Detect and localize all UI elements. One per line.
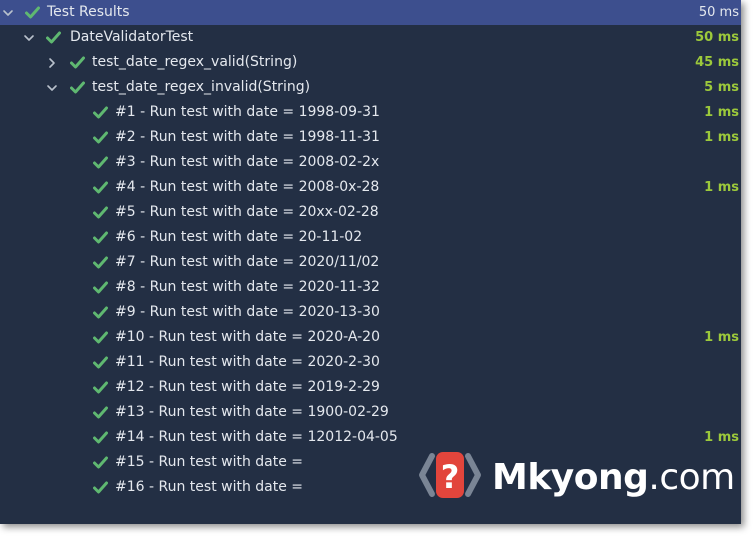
test-passed-check-icon <box>92 125 108 150</box>
test-passed-check-icon <box>69 50 85 75</box>
tree-row[interactable]: test_date_regex_invalid(String) 5 ms <box>0 75 741 100</box>
tree-row[interactable]: #12 - Run test with date = 2019-2-29 <box>0 375 741 400</box>
tree-row[interactable]: #8 - Run test with date = 2020-11-32 <box>0 275 741 300</box>
chevron-right-icon[interactable] <box>45 50 59 75</box>
tree-row[interactable]: #14 - Run test with date = 12012-04-05 1 … <box>0 425 741 450</box>
test-name-label: #1 - Run test with date = 1998-09-31 <box>115 104 380 120</box>
test-name-label: #2 - Run test with date = 1998-11-31 <box>115 129 380 145</box>
test-passed-check-icon <box>92 175 108 200</box>
test-passed-check-icon <box>92 225 108 250</box>
watermark-text: Mkyong.com <box>492 456 735 498</box>
test-passed-check-icon <box>92 450 108 475</box>
test-duration: 1 ms <box>704 330 739 345</box>
test-name-label: test_date_regex_valid(String) <box>92 54 298 70</box>
test-name-label: test_date_regex_invalid(String) <box>92 79 311 95</box>
test-duration: 45 ms <box>695 55 739 70</box>
test-results-panel: Test Results 50 ms DateValidatorTest 50 ms t… <box>0 0 741 524</box>
chevron-down-icon[interactable] <box>1 0 15 25</box>
chevron-down-icon[interactable] <box>22 25 36 50</box>
test-passed-check-icon <box>92 100 108 125</box>
test-passed-check-icon <box>92 150 108 175</box>
tree-row[interactable]: DateValidatorTest 50 ms <box>0 25 741 50</box>
test-name-label: #5 - Run test with date = 20xx-02-28 <box>115 204 379 220</box>
test-name-label: #11 - Run test with date = 2020-2-30 <box>115 354 380 370</box>
tree-row[interactable]: #9 - Run test with date = 2020-13-30 <box>0 300 741 325</box>
tree-row[interactable]: #13 - Run test with date = 1900-02-29 <box>0 400 741 425</box>
tree-row[interactable]: #2 - Run test with date = 1998-11-31 1 ms <box>0 125 741 150</box>
test-passed-check-icon <box>92 325 108 350</box>
test-name-label: DateValidatorTest <box>70 29 194 45</box>
test-passed-check-icon <box>92 275 108 300</box>
test-passed-check-icon <box>45 25 61 50</box>
test-passed-check-icon <box>24 0 40 25</box>
question-mark-logo-icon: ? <box>418 448 482 506</box>
svg-text:?: ? <box>441 458 460 496</box>
test-passed-check-icon <box>69 75 85 100</box>
mkyong-watermark: ? Mkyong.com <box>418 450 735 504</box>
tree-row[interactable]: test_date_regex_valid(String) 45 ms <box>0 50 741 75</box>
test-duration: 1 ms <box>704 130 739 145</box>
tree-row[interactable]: #1 - Run test with date = 1998-09-31 1 ms <box>0 100 741 125</box>
test-name-label: #8 - Run test with date = 2020-11-32 <box>115 279 380 295</box>
tree-row[interactable]: #11 - Run test with date = 2020-2-30 <box>0 350 741 375</box>
test-name-label: #7 - Run test with date = 2020/11/02 <box>115 254 380 270</box>
tree-row[interactable]: #4 - Run test with date = 2008-0x-28 1 ms <box>0 175 741 200</box>
test-passed-check-icon <box>92 250 108 275</box>
test-name-label: #9 - Run test with date = 2020-13-30 <box>115 304 380 320</box>
test-passed-check-icon <box>92 400 108 425</box>
tree-row[interactable]: #7 - Run test with date = 2020/11/02 <box>0 250 741 275</box>
test-passed-check-icon <box>92 350 108 375</box>
test-name-label: #6 - Run test with date = 20-11-02 <box>115 229 363 245</box>
test-passed-check-icon <box>92 475 108 500</box>
test-name-label: #10 - Run test with date = 2020-A-20 <box>115 329 380 345</box>
test-name-label: Test Results <box>47 4 130 20</box>
tree-row[interactable]: #5 - Run test with date = 20xx-02-28 <box>0 200 741 225</box>
test-duration: 5 ms <box>704 80 739 95</box>
chevron-down-icon[interactable] <box>45 75 59 100</box>
test-name-label: #14 - Run test with date = 12012-04-05 <box>115 429 398 445</box>
tree-row[interactable]: #3 - Run test with date = 2008-02-2x <box>0 150 741 175</box>
test-name-label: #16 - Run test with date = <box>115 479 304 495</box>
test-passed-check-icon <box>92 375 108 400</box>
test-name-label: #13 - Run test with date = 1900-02-29 <box>115 404 389 420</box>
test-duration: 50 ms <box>698 5 739 20</box>
test-name-label: #12 - Run test with date = 2019-2-29 <box>115 379 380 395</box>
test-duration: 1 ms <box>704 105 739 120</box>
tree-root-row[interactable]: Test Results 50 ms <box>0 0 741 25</box>
test-duration: 50 ms <box>695 30 739 45</box>
test-passed-check-icon <box>92 200 108 225</box>
test-duration: 1 ms <box>704 430 739 445</box>
test-passed-check-icon <box>92 425 108 450</box>
tree-row[interactable]: #10 - Run test with date = 2020-A-20 1 ms <box>0 325 741 350</box>
tree-row[interactable]: #6 - Run test with date = 20-11-02 <box>0 225 741 250</box>
test-name-label: #4 - Run test with date = 2008-0x-28 <box>115 179 380 195</box>
test-passed-check-icon <box>92 300 108 325</box>
test-name-label: #3 - Run test with date = 2008-02-2x <box>115 154 380 170</box>
test-duration: 1 ms <box>704 180 739 195</box>
test-name-label: #15 - Run test with date = <box>115 454 304 470</box>
